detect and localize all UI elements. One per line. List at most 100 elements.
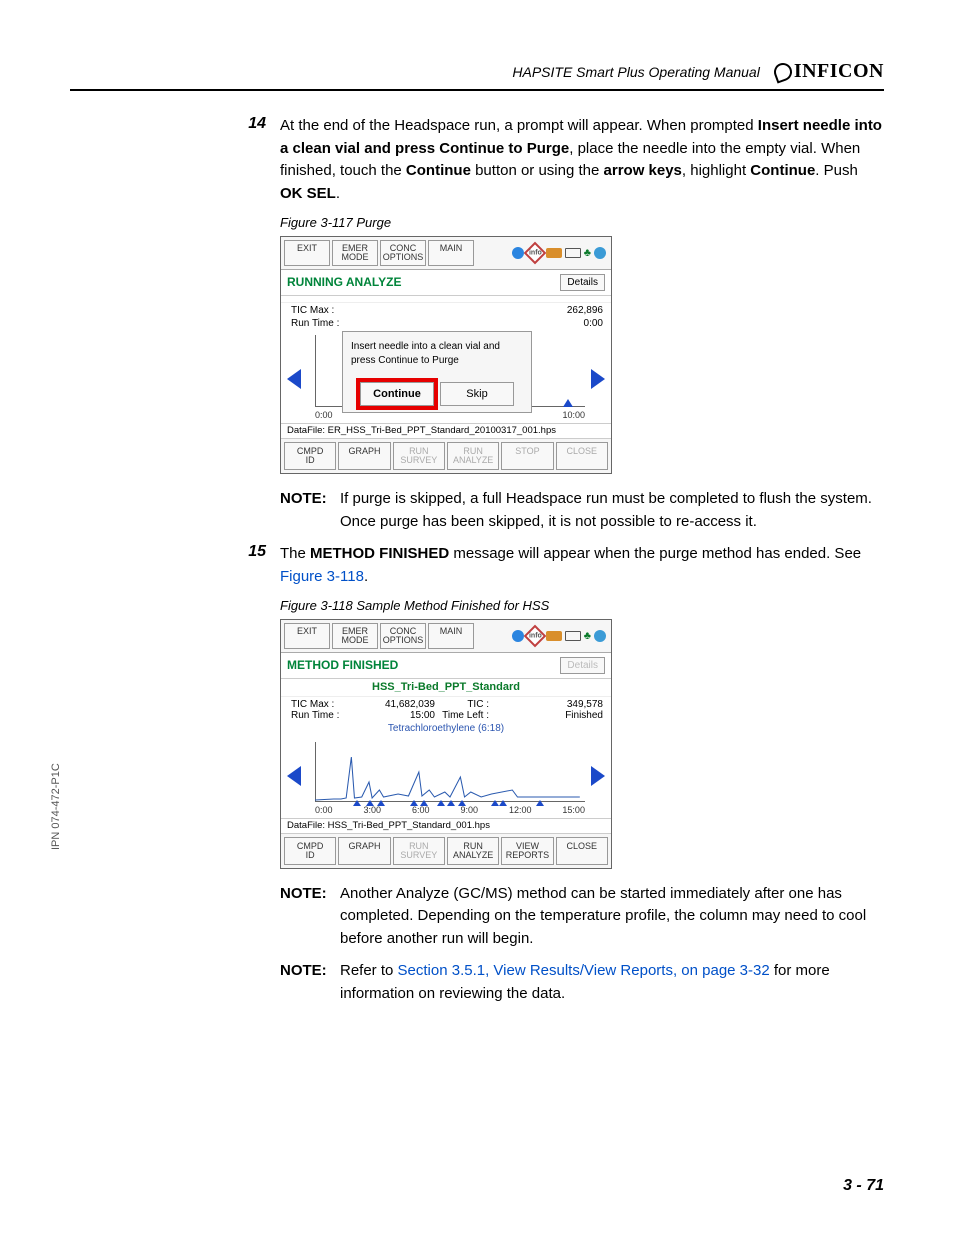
prev-arrow-icon[interactable]	[287, 369, 301, 389]
graph-button[interactable]: GRAPH	[338, 442, 390, 470]
fig117-screenshot: EXIT EMER MODE CONC OPTIONS MAIN info ♣ …	[280, 236, 612, 474]
text: message will appear when the purge metho…	[449, 545, 861, 562]
side-ipn: IPN 074-472-P1C	[50, 763, 62, 850]
cursor-marker-icon	[563, 399, 573, 407]
figure-link[interactable]: Figure 3-118	[280, 568, 364, 585]
page-header: HAPSITE Smart Plus Operating Manual INFI…	[70, 60, 884, 91]
info-diamond-icon[interactable]: info	[523, 242, 546, 265]
tic-row: TIC Max : 262,896	[281, 303, 611, 316]
cmpd-id-button[interactable]: CMPD ID	[284, 442, 336, 470]
tic-max-value: 262,896	[567, 305, 603, 316]
run-analyze-button[interactable]: RUN ANALYZE	[447, 837, 499, 865]
x-tick: 6:00	[412, 806, 430, 816]
method-name: HSS_Tri-Bed_PPT_Standard	[281, 679, 611, 696]
text-bold: METHOD FINISHED	[310, 545, 449, 562]
battery-icon	[565, 248, 581, 258]
marker-row	[315, 798, 585, 806]
tree-icon: ♣	[584, 630, 591, 642]
view-reports-button[interactable]: VIEW REPORTS	[501, 837, 553, 865]
emer-mode-button[interactable]: EMER MODE	[332, 623, 378, 649]
timeleft-value: Finished	[493, 710, 603, 721]
info-diamond-icon[interactable]: info	[523, 625, 546, 648]
details-button: Details	[560, 657, 605, 674]
globe-icon[interactable]	[594, 247, 606, 259]
battery-icon	[565, 631, 581, 641]
text: .	[336, 185, 340, 202]
main-button[interactable]: MAIN	[428, 240, 474, 266]
step-body: The METHOD FINISHED message will appear …	[280, 543, 884, 588]
step-number: 15	[242, 543, 266, 588]
mail-icon[interactable]	[546, 248, 562, 258]
help-icon[interactable]	[512, 247, 524, 259]
chromatogram	[315, 742, 585, 802]
page-number: 3 - 71	[843, 1177, 884, 1195]
fig118-caption: Figure 3-118 Sample Method Finished for …	[280, 598, 884, 613]
run-survey-button: RUN SURVEY	[393, 837, 445, 865]
y-axis	[315, 335, 316, 407]
section-link[interactable]: Section 3.5.1, View Results/View Reports…	[398, 962, 770, 979]
mail-icon[interactable]	[546, 631, 562, 641]
x-tick: 12:00	[509, 806, 532, 816]
compound-label: Tetrachloroethylene (6:18)	[281, 721, 611, 736]
fig118-screenshot: EXIT EMER MODE CONC OPTIONS MAIN info ♣ …	[280, 619, 612, 869]
text: At the end of the Headspace run, a promp…	[280, 117, 758, 134]
runtime-value: 15:00	[355, 710, 435, 721]
text: Refer to	[340, 962, 398, 979]
help-icon[interactable]	[512, 630, 524, 642]
exit-button[interactable]: EXIT	[284, 623, 330, 649]
conc-options-button[interactable]: CONC OPTIONS	[380, 623, 426, 649]
next-arrow-icon[interactable]	[591, 766, 605, 786]
tic-max-value: 41,682,039	[355, 699, 435, 710]
tree-icon: ♣	[584, 247, 591, 259]
details-button[interactable]: Details	[560, 274, 605, 291]
note-purge-skip: NOTE: If purge is skipped, a full Headsp…	[280, 488, 884, 533]
step-body: At the end of the Headspace run, a promp…	[280, 115, 884, 205]
continue-button[interactable]: Continue	[360, 382, 434, 406]
fig118-bottom-bar: CMPD ID GRAPH RUN SURVEY RUN ANALYZE VIE…	[281, 834, 611, 868]
purge-dialog: Insert needle into a clean vial and pres…	[342, 331, 532, 413]
next-arrow-icon[interactable]	[591, 369, 605, 389]
exit-button[interactable]: EXIT	[284, 240, 330, 266]
note-view-reports-ref: NOTE: Refer to Section 3.5.1, View Resul…	[280, 960, 884, 1005]
runtime-label: Run Time :	[291, 318, 339, 329]
x-tick: 3:00	[363, 806, 381, 816]
x-tick: 10:00	[562, 411, 585, 421]
step-15: 15 The METHOD FINISHED message will appe…	[242, 543, 884, 588]
step-14: 14 At the end of the Headspace run, a pr…	[242, 115, 884, 205]
globe-icon[interactable]	[594, 630, 606, 642]
stop-button: STOP	[501, 442, 553, 470]
text: . Push	[815, 162, 858, 179]
x-tick: 9:00	[460, 806, 478, 816]
logo-swirl-icon	[771, 60, 794, 83]
chart-area: 0:00 10:00 Insert needle into a clean vi…	[287, 331, 605, 423]
text-bold: Continue	[750, 162, 815, 179]
graph-button[interactable]: GRAPH	[338, 837, 390, 865]
dialog-message: Insert needle into a clean vial and pres…	[349, 338, 525, 382]
prev-arrow-icon[interactable]	[287, 766, 301, 786]
status-row: RUNNING ANALYZE Details	[281, 270, 611, 296]
cmpd-id-button[interactable]: CMPD ID	[284, 837, 336, 865]
run-survey-button: RUN SURVEY	[393, 442, 445, 470]
top-icons: info ♣	[512, 623, 608, 649]
status-text: METHOD FINISHED	[287, 659, 398, 672]
text: button or using the	[471, 162, 604, 179]
status-row: METHOD FINISHED Details	[281, 653, 611, 679]
emer-mode-button[interactable]: EMER MODE	[332, 240, 378, 266]
note-text: Another Analyze (GC/MS) method can be st…	[340, 883, 884, 951]
fig117-topbar: EXIT EMER MODE CONC OPTIONS MAIN info ♣	[281, 237, 611, 270]
close-button[interactable]: CLOSE	[556, 837, 608, 865]
fig117-caption: Figure 3-117 Purge	[280, 215, 884, 230]
run-analyze-button: RUN ANALYZE	[447, 442, 499, 470]
conc-options-button[interactable]: CONC OPTIONS	[380, 240, 426, 266]
runtime-value: 0:00	[584, 318, 603, 329]
brand-text: INFICON	[794, 60, 884, 83]
tic-max-label: TIC Max :	[291, 305, 334, 316]
skip-button[interactable]: Skip	[440, 382, 514, 406]
text-bold: arrow keys	[604, 162, 682, 179]
note-text: Refer to Section 3.5.1, View Results/Vie…	[340, 960, 884, 1005]
main-button[interactable]: MAIN	[428, 623, 474, 649]
status-text: RUNNING ANALYZE	[287, 276, 401, 289]
datafile-row: DataFile: HSS_Tri-Bed_PPT_Standard_001.h…	[281, 818, 611, 834]
text: The	[280, 545, 310, 562]
note-label: NOTE:	[280, 488, 332, 533]
